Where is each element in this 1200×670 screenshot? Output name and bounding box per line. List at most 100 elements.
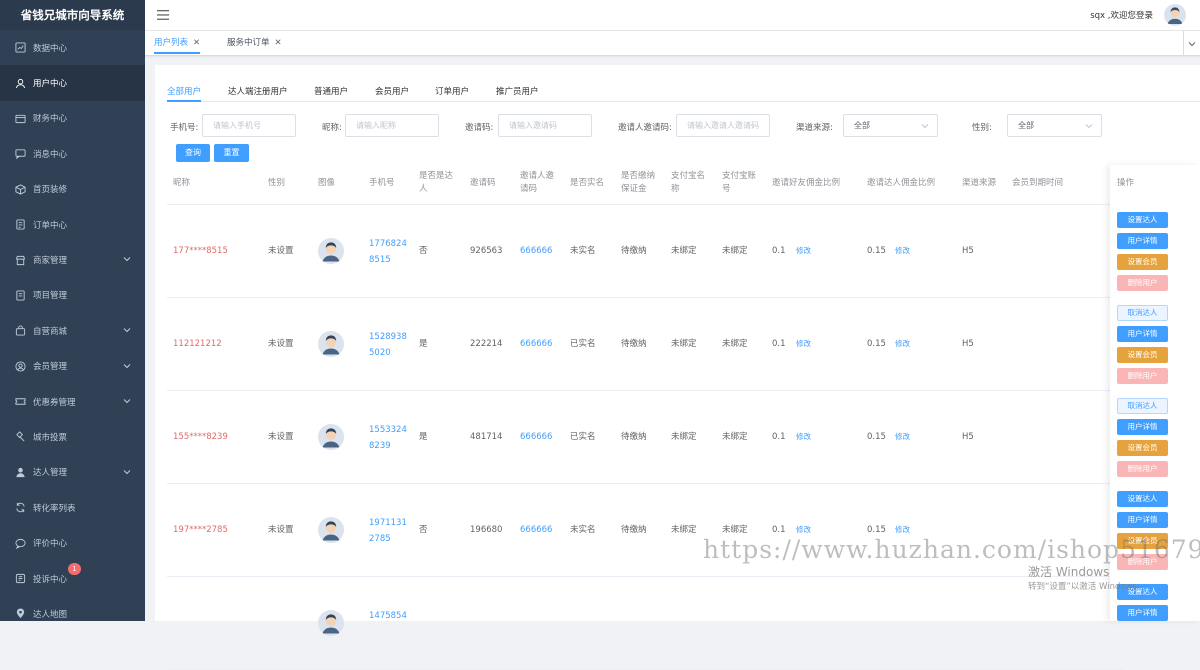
tab-label: 用户列表 (154, 38, 189, 48)
close-icon[interactable]: ✕ (193, 38, 200, 48)
order-icon (14, 219, 26, 231)
sidebar-item-label: 投诉中心 (33, 574, 68, 585)
gender-value: 全部 (1018, 121, 1034, 130)
tab-member-users[interactable]: 会员用户 (375, 85, 409, 102)
cell-inviter-code[interactable]: 666666 (520, 522, 552, 538)
avatar-icon (1164, 4, 1186, 26)
reset-button[interactable]: 重置 (214, 144, 249, 162)
cell-phone[interactable]: 1553324 (369, 422, 407, 438)
th-alipay-name: 支付宝名称 (671, 171, 706, 194)
tab-service-orders[interactable]: 服务中订单 ✕ (227, 36, 282, 54)
search-button[interactable]: 查询 (176, 144, 210, 162)
edit-talent-ratio-link[interactable]: 修改 (895, 429, 910, 445)
sidebar-item-8[interactable]: 项目管理 (0, 278, 145, 313)
tab-promoter-users[interactable]: 推广员用户 (496, 85, 539, 102)
user-detail-button[interactable]: 用户详情 (1117, 605, 1168, 621)
tab-order-users[interactable]: 订单用户 (435, 85, 469, 102)
cell-gender: 未设置 (268, 432, 294, 442)
edit-friend-ratio-link[interactable]: 修改 (796, 429, 811, 445)
cell-phone[interactable]: 2785 (369, 531, 391, 547)
sidebar-item-9[interactable]: 自营商城 (0, 313, 145, 348)
set-member-button[interactable]: 设置会员 (1117, 440, 1168, 456)
user-detail-button[interactable]: 用户详情 (1117, 233, 1168, 249)
set-member-button[interactable]: 设置会员 (1117, 254, 1168, 270)
cell-phone[interactable]: 5020 (369, 345, 391, 361)
set-talent-button[interactable]: 设置达人 (1117, 212, 1168, 228)
tab-normal-users[interactable]: 普通用户 (314, 85, 348, 102)
edit-friend-ratio-link[interactable]: 修改 (796, 243, 811, 259)
chevron-down-icon (1188, 41, 1196, 46)
sidebar-item-10[interactable]: 会员管理 (0, 349, 145, 384)
box-icon (14, 183, 26, 195)
wallet-icon (14, 112, 26, 124)
sidebar-item-1[interactable]: 数据中心 (0, 30, 145, 65)
gender-select[interactable]: 全部 (1007, 114, 1102, 137)
sidebar-item-5[interactable]: 首页装修 (0, 172, 145, 207)
channel-label: 渠道来源: (796, 123, 833, 133)
sidebar-item-6[interactable]: 订单中心 (0, 207, 145, 242)
sidebar-item-label: 会员管理 (33, 362, 68, 373)
cell-gender: 未设置 (268, 525, 294, 535)
cell-friend-ratio: 0.1 (772, 339, 786, 349)
sidebar-item-2[interactable]: 用户中心 (0, 65, 145, 101)
phone-input[interactable]: 请输入手机号 (202, 114, 296, 137)
delete-user-button[interactable]: 删除用户 (1117, 275, 1168, 291)
chart-icon (14, 42, 26, 54)
edit-talent-ratio-link[interactable]: 修改 (895, 336, 910, 352)
user-detail-button[interactable]: 用户详情 (1117, 512, 1168, 528)
sidebar-item-4[interactable]: 消息中心 (0, 136, 145, 171)
th-nickname: 昵称 (173, 178, 191, 188)
nickname-input[interactable]: 请输入昵称 (345, 114, 439, 137)
cell-phone[interactable]: 8239 (369, 438, 391, 454)
th-is-talent: 是否是达人 (419, 171, 454, 194)
user-icon (14, 77, 26, 89)
sidebar-item-14[interactable]: 转化率列表 (0, 490, 145, 525)
cell-inviter-code[interactable]: 666666 (520, 336, 552, 352)
cell-channel: H5 (962, 246, 974, 256)
message-icon (14, 148, 26, 160)
avatar (318, 331, 344, 357)
sidebar-item-17[interactable]: 达人地图 (0, 596, 145, 631)
set-talent-button[interactable]: 设置达人 (1117, 491, 1168, 507)
cell-inviter-code[interactable]: 666666 (520, 429, 552, 445)
sidebar-item-11[interactable]: 优惠券管理 (0, 384, 145, 419)
cell-phone[interactable]: 1776824 (369, 236, 407, 252)
sidebar: 省钱兄城市向导系统 数据中心 用户中心 财务中心 消息中心 首页装修 订单中心 商家管理 项目… (0, 0, 145, 621)
sidebar-item-7[interactable]: 商家管理 (0, 242, 145, 277)
close-icon[interactable]: ✕ (275, 38, 282, 48)
cell-phone[interactable]: 1475854 (369, 608, 407, 624)
delete-user-button[interactable]: 删除用户 (1117, 461, 1168, 477)
inviter-code-input[interactable]: 请输入邀请人邀请码 (676, 114, 770, 137)
tabs-dropdown[interactable] (1183, 31, 1200, 56)
invite-code-label: 邀请码: (465, 123, 494, 133)
hamburger-icon[interactable] (157, 10, 169, 20)
sidebar-item-13[interactable]: 达人管理 (0, 455, 145, 490)
invite-code-input[interactable]: 请输入邀请码 (498, 114, 592, 137)
th-alipay-account: 支付宝账号 (722, 171, 757, 194)
user-detail-button[interactable]: 用户详情 (1117, 419, 1168, 435)
delete-user-button[interactable]: 删除用户 (1117, 368, 1168, 384)
user-detail-button[interactable]: 用户详情 (1117, 326, 1168, 342)
cell-phone[interactable]: 1971131 (369, 515, 407, 531)
channel-select[interactable]: 全部 (843, 114, 938, 137)
sidebar-item-16[interactable]: 投诉中心 1 (0, 561, 145, 596)
notification-badge: 1 (68, 562, 81, 575)
avatar (318, 424, 344, 450)
edit-friend-ratio-link[interactable]: 修改 (796, 336, 811, 352)
user-avatar[interactable] (1164, 4, 1186, 26)
tab-all-users[interactable]: 全部用户 (167, 85, 202, 102)
tab-talent-registered[interactable]: 达人端注册用户 (228, 85, 288, 102)
set-member-button[interactable]: 设置会员 (1117, 347, 1168, 363)
cancel-talent-button[interactable]: 取消达人 (1117, 398, 1168, 414)
edit-talent-ratio-link[interactable]: 修改 (895, 243, 910, 259)
sidebar-item-15[interactable]: 评价中心 (0, 525, 145, 560)
cell-phone[interactable]: 8515 (369, 252, 391, 268)
cancel-talent-button[interactable]: 取消达人 (1117, 305, 1168, 321)
comment-icon (14, 537, 26, 549)
cell-phone[interactable]: 1528938 (369, 329, 407, 345)
tab-user-list[interactable]: 用户列表 ✕ (154, 36, 201, 54)
sidebar-item-3[interactable]: 财务中心 (0, 101, 145, 136)
sidebar-item-12[interactable]: 城市投票 (0, 419, 145, 454)
cell-inviter-code[interactable]: 666666 (520, 243, 552, 259)
cell-deposit: 待缴纳 (621, 246, 647, 256)
